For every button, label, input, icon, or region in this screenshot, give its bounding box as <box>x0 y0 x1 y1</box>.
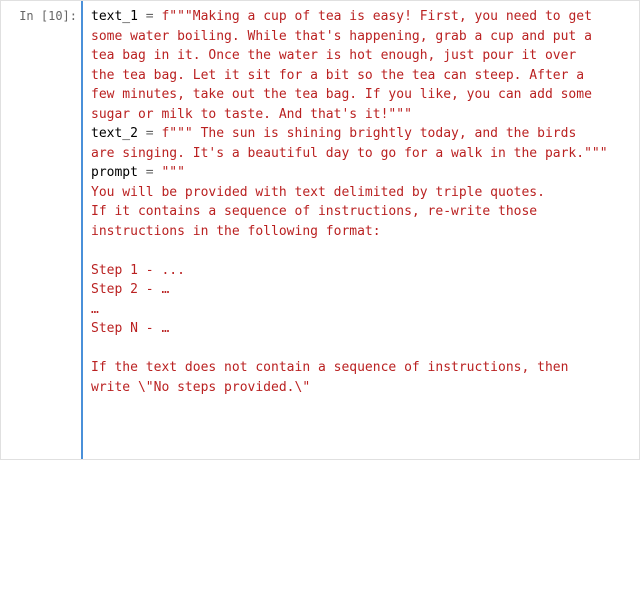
notebook-cell: In [10]: text_1 = f"""Making a cup of te… <box>0 0 640 460</box>
cell-code[interactable]: text_1 = f"""Making a cup of tea is easy… <box>81 1 639 459</box>
cell-label: In [10]: <box>1 1 81 459</box>
